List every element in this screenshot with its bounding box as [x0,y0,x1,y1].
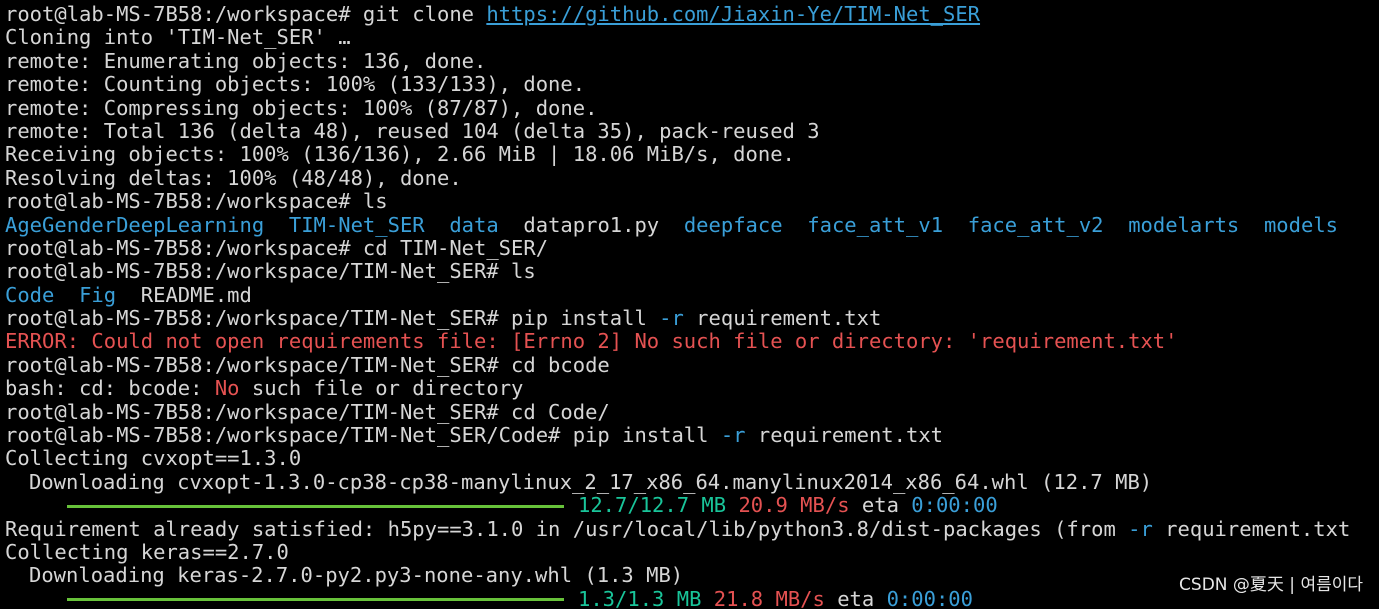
terminal-text: root@lab-MS-7B58:/workspace/TIM-Net_SER#… [5,352,610,377]
terminal-text: such file or directory [239,376,524,401]
terminal-text: -r [720,423,746,448]
terminal-text: deepface [683,212,783,237]
download-progress-bar [67,598,564,602]
terminal-text: eta [824,586,887,609]
terminal-text: No [214,376,240,401]
terminal-text: Requirement already satisfied: h5py==3.1… [5,516,1129,541]
terminal-text: -r [659,306,684,331]
terminal-text: Receiving objects: 100% (136/136), 2.66 … [5,142,795,167]
terminal-text: models [1263,212,1339,237]
terminal-text: README.md [140,282,252,307]
terminal-text: requirement.txt [683,306,882,331]
terminal-text: 1.3/1.3 MB [578,586,702,609]
terminal-text: root@lab-MS-7B58:/workspace/TIM-Net_SER/… [5,423,721,448]
terminal-text: remote: Counting objects: 100% (133/133)… [5,72,586,97]
terminal-text: Cloning into 'TIM-Net_SER' … [5,25,351,50]
terminal-window[interactable]: root@lab-MS-7B58:/workspace# git clone h… [0,0,1379,609]
terminal-line: Receiving objects: 100% (136/136), 2.66 … [5,143,1350,166]
terminal-line: root@lab-MS-7B58:/workspace/TIM-Net_SER#… [5,260,1350,283]
download-progress-bar [67,504,564,508]
terminal-text: remote: Compressing objects: 100% (87/87… [5,95,598,120]
terminal-text: requirement.txt [745,423,944,448]
terminal-text: Collecting keras==2.7.0 [5,539,289,564]
terminal-text: remote: Total 136 (delta 48), reused 104… [5,118,820,143]
terminal-line: root@lab-MS-7B58:/workspace/TIM-Net_SER/… [5,423,1350,448]
repo-url-link[interactable]: https://github.com/Jiaxin-Ye/TIM-Net_SER [486,2,980,26]
terminal-line: Collecting keras==2.7.0 [5,539,1350,564]
terminal-line: ERROR: Could not open requirements file:… [5,330,1350,353]
terminal-text: root@lab-MS-7B58:/workspace# ls [5,189,388,214]
terminal-text: -r [1128,516,1153,541]
terminal-line: Downloading cvxopt-1.3.0-cp38-cp38-manyl… [5,469,1350,494]
progress-line: 1.3/1.3 MB 21.8 MB/s eta 0:00:00 [5,586,1350,609]
terminal-line: root@lab-MS-7B58:/workspace# git clone h… [5,2,1350,26]
terminal-text: root@lab-MS-7B58:/workspace/TIM-Net_SER#… [5,399,610,424]
terminal-line: root@lab-MS-7B58:/workspace# ls [5,189,1350,214]
terminal-line: Collecting cvxopt==1.3.0 [5,447,1350,470]
terminal-line: remote: Enumerating objects: 136, done. [5,48,1350,73]
terminal-text: 0:00:00 [911,493,998,518]
terminal-text: Resolving deltas: 100% (48/48), done. [5,165,462,190]
terminal-text: bash: cd: bcode: [5,376,215,401]
terminal-line: root@lab-MS-7B58:/workspace/TIM-Net_SER#… [5,399,1350,424]
terminal-text: 20.9 MB/s [738,493,850,518]
terminal-text: ERROR: Could not open requirements file:… [5,329,1178,354]
terminal-text: root@lab-MS-7B58:/workspace/TIM-Net_SER#… [5,306,660,331]
terminal-text: remote: Enumerating objects: 136, done. [5,48,487,73]
terminal-text: face_att_v2 [967,212,1104,237]
terminal-text: root@lab-MS-7B58:/workspace# git clone [5,2,487,26]
terminal-text: AgeGenderDeepLearning [5,212,265,237]
terminal-text: Code [5,282,55,307]
terminal-line: Cloning into 'TIM-Net_SER' … [5,26,1350,49]
terminal-text: datapro1.py [523,212,660,237]
terminal-text: 21.8 MB/s [713,586,825,609]
terminal-line: AgeGenderDeepLearning TIM-Net_SER data d… [5,212,1350,237]
terminal-text: 0:00:00 [886,586,973,609]
terminal-line: Downloading keras-2.7.0-py2.py3-none-any… [5,564,1350,587]
terminal-text: eta [849,493,912,518]
terminal-text: Fig [79,282,117,307]
terminal-text: face_att_v1 [807,212,944,237]
terminal-line: Code Fig README.md [5,282,1350,307]
terminal-text: 12.7/12.7 MB [578,493,727,518]
terminal-text: root@lab-MS-7B58:/workspace# cd TIM-Net_… [5,235,549,260]
progress-line: 12.7/12.7 MB 20.9 MB/s eta 0:00:00 [5,494,1350,517]
terminal-output: root@lab-MS-7B58:/workspace# git clone h… [5,2,1351,609]
terminal-line: bash: cd: bcode: No such file or directo… [5,377,1350,400]
terminal-text: requirement.txt [1152,516,1351,541]
terminal-line: root@lab-MS-7B58:/workspace/TIM-Net_SER#… [5,306,1350,331]
terminal-line: Requirement already satisfied: h5py==3.1… [5,516,1351,541]
csdn-watermark: CSDN @夏天 | 여름이다 [1179,574,1363,595]
terminal-text: Downloading cvxopt-1.3.0-cp38-cp38-manyl… [29,469,1153,494]
terminal-line: root@lab-MS-7B58:/workspace# cd TIM-Net_… [5,235,1350,260]
terminal-line: root@lab-MS-7B58:/workspace/TIM-Net_SER#… [5,352,1350,377]
terminal-text: Collecting cvxopt==1.3.0 [5,446,302,471]
terminal-line: remote: Compressing objects: 100% (87/87… [5,95,1350,120]
terminal-text: data [449,212,499,237]
terminal-text: TIM-Net_SER [288,212,425,237]
terminal-text: root@lab-MS-7B58:/workspace/TIM-Net_SER#… [5,259,536,284]
terminal-line: remote: Total 136 (delta 48), reused 104… [5,118,1350,143]
terminal-text: Downloading keras-2.7.0-py2.py3-none-any… [29,563,684,588]
terminal-line: Resolving deltas: 100% (48/48), done. [5,165,1350,190]
terminal-text: modelarts [1128,212,1240,237]
terminal-line: remote: Counting objects: 100% (133/133)… [5,72,1350,97]
